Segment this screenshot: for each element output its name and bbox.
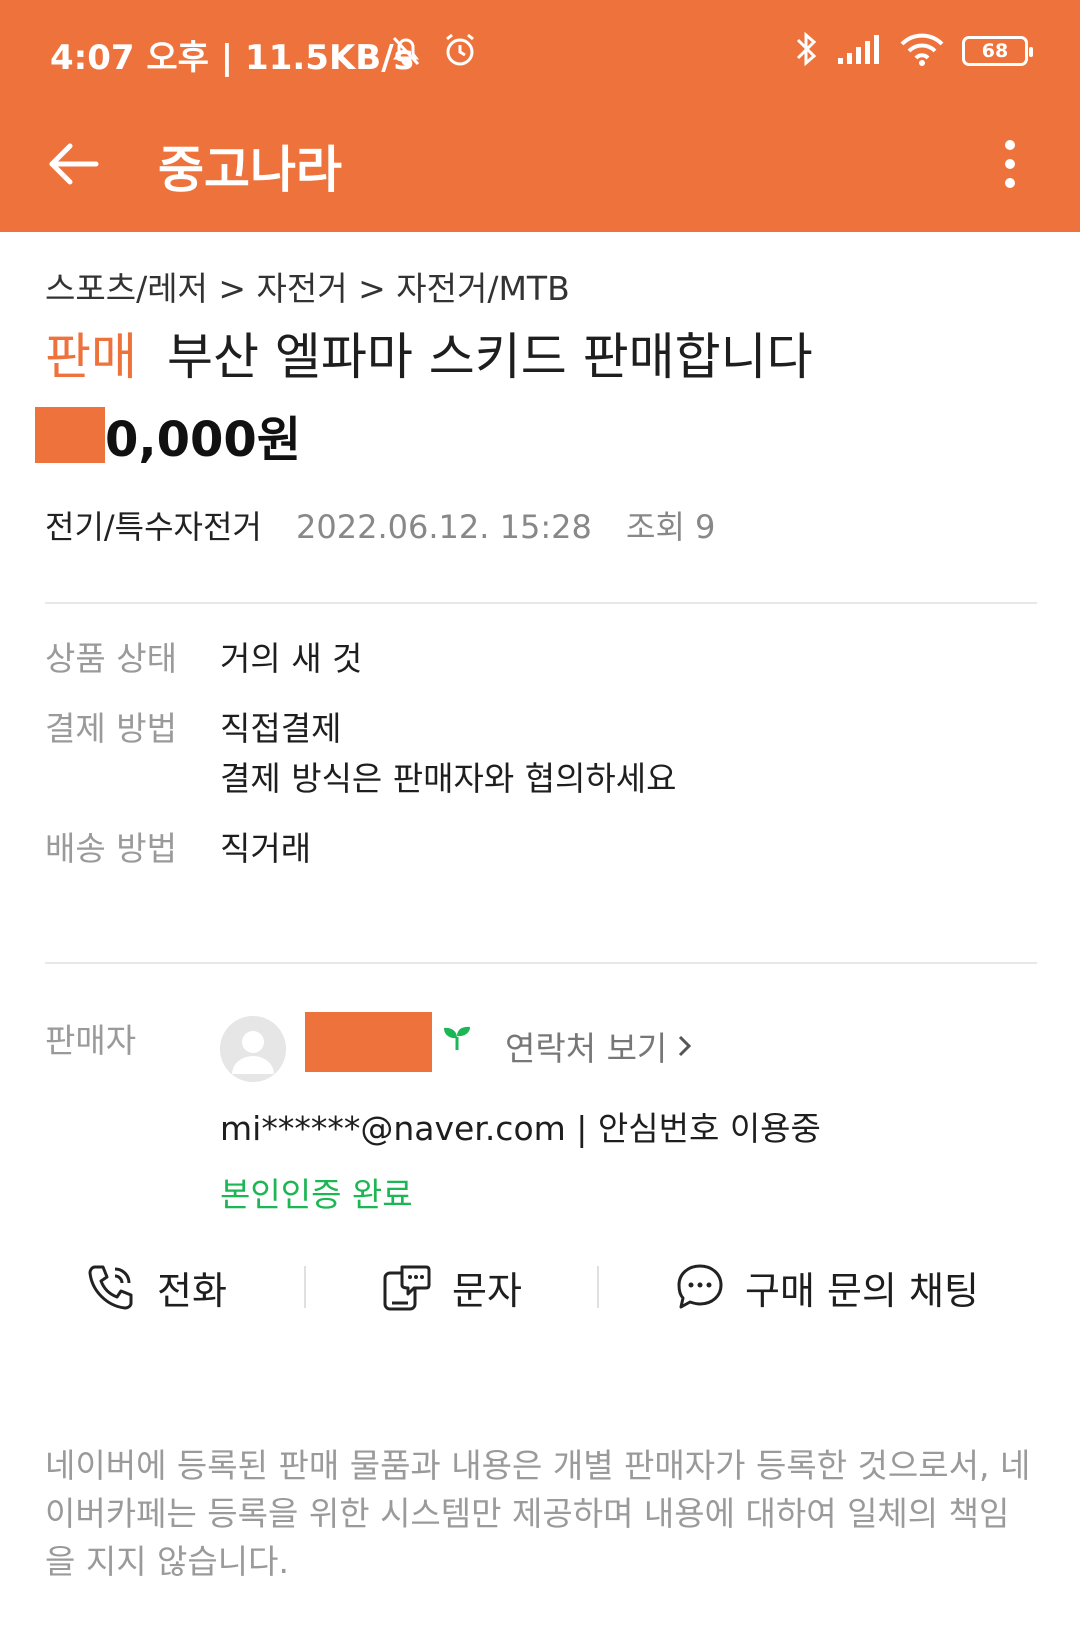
sms-button[interactable]: 문자 xyxy=(380,1250,522,1324)
status-left-icons xyxy=(386,30,480,74)
alarm-icon xyxy=(440,30,480,74)
divider xyxy=(45,602,1037,604)
post-date: 2022.06.12. 15:28 xyxy=(296,508,592,546)
seller-avatar[interactable] xyxy=(220,1016,286,1082)
seller-name-redaction xyxy=(305,1012,432,1072)
app-title: 중고나라 xyxy=(158,141,342,199)
price-redaction xyxy=(35,407,105,463)
price-row: 0,000원 xyxy=(35,400,301,470)
phone-icon xyxy=(88,1265,133,1310)
condition-label: 상품 상태 xyxy=(45,639,177,678)
more-options-button[interactable] xyxy=(990,132,1030,196)
mute-icon xyxy=(386,30,426,74)
delivery-value: 직거래 xyxy=(220,829,312,868)
chevron-right-icon xyxy=(679,1035,692,1057)
post-views: 조회 9 xyxy=(626,508,716,546)
payment-label: 결제 방법 xyxy=(45,709,177,748)
action-separator xyxy=(597,1266,599,1308)
sms-label: 문자 xyxy=(452,1268,522,1313)
signal-icon xyxy=(836,32,882,70)
chat-label: 구매 문의 채팅 xyxy=(745,1268,979,1313)
breadcrumb[interactable]: 스포츠/레저 > 자전거 > 자전거/MTB xyxy=(45,262,570,310)
bluetooth-icon xyxy=(794,30,818,72)
action-bar: 전화 문자 구매 문의 채팅 xyxy=(0,1250,1080,1324)
call-label: 전화 xyxy=(157,1268,227,1313)
status-right-icons: 68 xyxy=(794,30,1033,72)
post-title: 부산 엘파마 스키드 판매합니다 xyxy=(167,328,813,386)
seller-email-line: mi******@naver.com | 안심번호 이용중 xyxy=(220,1109,821,1148)
post-meta: 전기/특수자전거 2022.06.12. 15:28 조회 9 xyxy=(45,502,715,548)
status-bar: 4:07 오후 | 11.5KB/s 68 xyxy=(0,0,1080,100)
status-time: 4:07 오후 | 11.5KB/s xyxy=(50,38,414,78)
top-bar: 4:07 오후 | 11.5KB/s 68 중고나라 xyxy=(0,0,1080,232)
action-separator xyxy=(304,1266,306,1308)
seller-label: 판매자 xyxy=(45,1021,137,1060)
payment-value: 직접결제 xyxy=(220,709,342,748)
view-contact-link[interactable]: 연락처 보기 xyxy=(505,1022,693,1070)
call-button[interactable]: 전화 xyxy=(85,1250,227,1324)
delivery-label: 배송 방법 xyxy=(45,829,177,868)
chat-bubble-icon xyxy=(677,1264,723,1309)
price: 0,000원 xyxy=(105,412,301,468)
payment-note: 결제 방식은 판매자와 협의하세요 xyxy=(220,759,677,798)
back-button[interactable] xyxy=(42,132,106,196)
post-title-row: 판매 부산 엘파마 스키드 판매합니다 xyxy=(45,317,813,389)
app-bar: 중고나라 xyxy=(0,110,1080,220)
sprout-level-icon xyxy=(442,1024,472,1056)
condition-value: 거의 새 것 xyxy=(220,639,363,678)
arrow-left-icon xyxy=(49,143,99,185)
disclaimer: 네이버에 등록된 판매 물품과 내용은 개별 판매자가 등록한 것으로서, 네이… xyxy=(45,1446,1031,1581)
default-avatar-icon xyxy=(220,1016,286,1082)
post-category[interactable]: 전기/특수자전거 xyxy=(45,508,262,546)
verification-status: 본인인증 완료 xyxy=(220,1175,413,1214)
more-vertical-icon xyxy=(1005,140,1015,150)
sale-tag: 판매 xyxy=(45,328,137,386)
sms-icon xyxy=(383,1265,431,1311)
view-contact-label: 연락처 보기 xyxy=(505,1029,668,1068)
battery-icon: 68 xyxy=(962,36,1033,66)
wifi-icon xyxy=(900,32,944,70)
divider xyxy=(45,962,1037,964)
chat-button[interactable]: 구매 문의 채팅 xyxy=(675,1250,979,1324)
